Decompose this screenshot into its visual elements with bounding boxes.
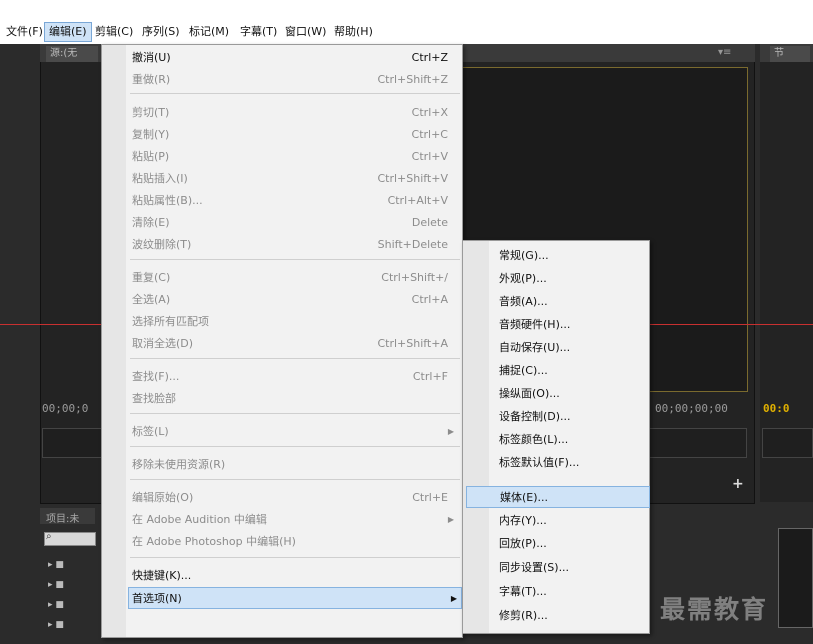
submenu-arrow-icon: ▶ — [450, 594, 457, 603]
pref-item-trim[interactable]: 修剪(R)... — [499, 605, 647, 627]
menu-item-clear[interactable]: 清除(E) Delete — [132, 212, 458, 234]
menu-item-select-all-matching[interactable]: 选择所有匹配项 — [132, 311, 458, 333]
pref-item-label-defaults[interactable]: 标签默认值(F)... — [499, 452, 647, 474]
pref-item-capture[interactable]: 捕捉(C)... — [499, 360, 647, 382]
menu-item-deselect-all[interactable]: 取消全选(D) Ctrl+Shift+A — [132, 333, 458, 355]
menu-marker[interactable]: 标记(M) — [185, 22, 233, 42]
source-tab[interactable]: 源:(无 — [46, 46, 98, 62]
menu-title[interactable]: 字幕(T) — [236, 22, 281, 42]
add-button-icon[interactable]: + — [732, 476, 744, 492]
menu-separator — [130, 557, 460, 558]
menu-sequence[interactable]: 序列(S) — [138, 22, 184, 42]
menu-bar: 文件(F) 编辑(E) 剪辑(C) 序列(S) 标记(M) 字幕(T) 窗口(W… — [0, 0, 813, 44]
menu-item-select-all[interactable]: 全选(A) Ctrl+A — [132, 289, 458, 311]
project-folder-row[interactable]: ▸ ■ — [48, 580, 94, 594]
menu-separator — [130, 259, 460, 260]
menu-separator — [130, 413, 460, 414]
edit-menu-dropdown: 撤消(U) Ctrl+Z 重做(R) Ctrl+Shift+Z 剪切(T) Ctrl+… — [101, 44, 463, 638]
menu-item-ripple-delete[interactable]: 波纹删除(T) Shift+Delete — [132, 234, 458, 256]
menu-item-edit-original[interactable]: 编辑原始(O) Ctrl+E — [132, 487, 458, 509]
project-search-input[interactable]: ⌕ — [44, 531, 96, 546]
source-duration-timecode: 00;00;00;00 — [655, 402, 728, 415]
program-time-ruler[interactable] — [762, 428, 813, 458]
menu-icon-gutter — [102, 45, 126, 637]
watermark-text: 最需教育 — [660, 595, 769, 624]
menu-edit[interactable]: 编辑(E) — [44, 22, 92, 42]
menu-item-paste[interactable]: 粘贴(P) Ctrl+V — [132, 146, 458, 168]
pref-item-memory[interactable]: 内存(Y)... — [499, 510, 647, 532]
menu-clip[interactable]: 剪辑(C) — [91, 22, 137, 42]
program-timecode[interactable]: 00:0 — [763, 402, 790, 415]
menu-window[interactable]: 窗口(W) — [281, 22, 330, 42]
menu-item-cut[interactable]: 剪切(T) Ctrl+X — [132, 102, 458, 124]
menu-item-paste-insert[interactable]: 粘贴插入(I) Ctrl+Shift+V — [132, 168, 458, 190]
menu-item-find-faces[interactable]: 查找脸部 — [132, 388, 458, 410]
menu-item-edit-in-photoshop[interactable]: 在 Adobe Photoshop 中编辑(H) — [132, 531, 458, 553]
menu-item-edit-in-audition[interactable]: 在 Adobe Audition 中编辑 ▶ — [132, 509, 458, 531]
program-tab[interactable]: 节 — [770, 46, 810, 62]
pref-item-sync-settings[interactable]: 同步设置(S)... — [499, 557, 647, 579]
menu-file[interactable]: 文件(F) — [2, 22, 47, 42]
preferences-submenu: 常规(G)... 外观(P)... 音频(A)... 音频硬件(H)... 自动… — [462, 240, 650, 634]
project-folder-row[interactable]: ▸ ■ — [48, 600, 94, 614]
project-preview-frame — [778, 528, 813, 628]
menu-item-find[interactable]: 查找(F)... Ctrl+F — [132, 366, 458, 388]
menu-separator — [130, 93, 460, 94]
project-folder-row[interactable]: ▸ ■ — [48, 620, 94, 634]
submenu-arrow-icon: ▶ — [447, 515, 454, 524]
menu-item-duplicate[interactable]: 重复(C) Ctrl+Shift+/ — [132, 267, 458, 289]
submenu-arrow-icon: ▶ — [447, 427, 454, 436]
menu-help[interactable]: 帮助(H) — [330, 22, 377, 42]
pref-item-titler[interactable]: 字幕(T)... — [499, 581, 647, 603]
pref-item-media[interactable]: 媒体(E)... — [466, 486, 650, 508]
menu-separator — [130, 358, 460, 359]
project-folder-row[interactable]: ▸ ■ — [48, 560, 94, 574]
pref-item-device-control[interactable]: 设备控制(D)... — [499, 406, 647, 428]
pref-item-appearance[interactable]: 外观(P)... — [499, 268, 647, 290]
menu-item-paste-attributes[interactable]: 粘贴属性(B)... Ctrl+Alt+V — [132, 190, 458, 212]
panel-menu-icon[interactable]: ▾≡ — [718, 47, 731, 58]
pref-item-general[interactable]: 常规(G)... — [499, 245, 647, 267]
pref-item-auto-save[interactable]: 自动保存(U)... — [499, 337, 647, 359]
menu-separator — [130, 479, 460, 480]
menu-item-remove-unused[interactable]: 移除未使用资源(R) — [132, 454, 458, 476]
project-tab[interactable]: 项目:未 — [46, 510, 79, 525]
menu-separator — [130, 446, 460, 447]
menu-item-undo[interactable]: 撤消(U) Ctrl+Z — [132, 47, 458, 69]
pref-item-control-surface[interactable]: 操纵面(O)... — [499, 383, 647, 405]
menu-icon-gutter — [463, 241, 489, 633]
pref-item-playback[interactable]: 回放(P)... — [499, 533, 647, 555]
menu-item-redo[interactable]: 重做(R) Ctrl+Shift+Z — [132, 69, 458, 91]
menu-item-copy[interactable]: 复制(Y) Ctrl+C — [132, 124, 458, 146]
source-timecode[interactable]: 00;00;0 — [42, 402, 88, 415]
menu-item-label[interactable]: 标签(L) ▶ — [132, 421, 458, 443]
menu-item-keyboard-shortcuts[interactable]: 快捷键(K)... — [132, 565, 458, 587]
pref-item-label-colors[interactable]: 标签颜色(L)... — [499, 429, 647, 451]
pref-item-audio[interactable]: 音频(A)... — [499, 291, 647, 313]
pref-item-audio-hardware[interactable]: 音频硬件(H)... — [499, 314, 647, 336]
menu-item-preferences[interactable]: 首选项(N) ▶ — [128, 587, 462, 609]
search-icon: ⌕ — [46, 531, 52, 542]
